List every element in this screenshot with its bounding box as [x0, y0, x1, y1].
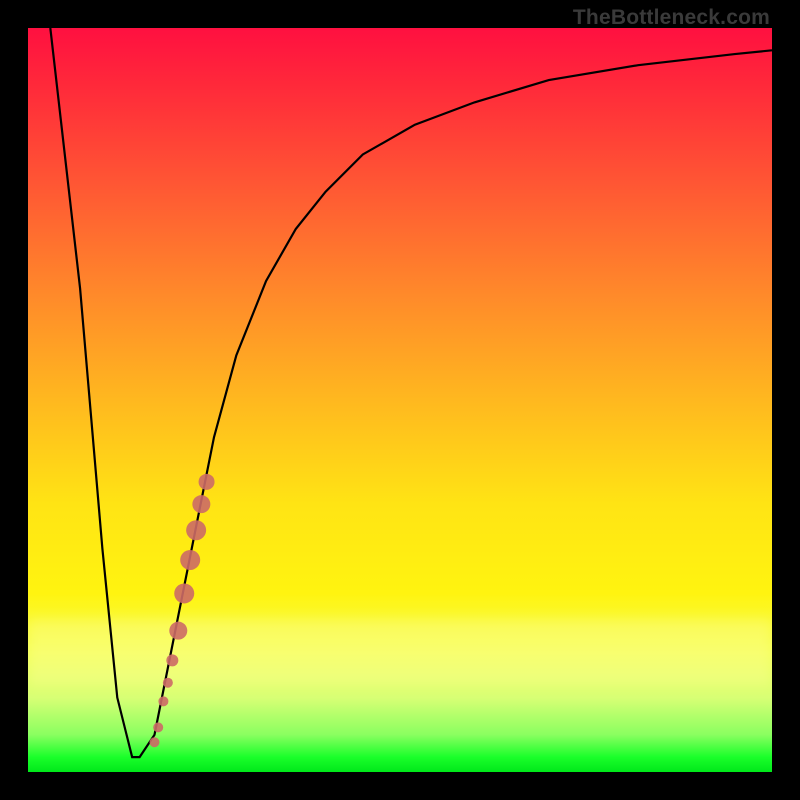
scatter-point [149, 737, 159, 747]
chart-frame: TheBottleneck.com [0, 0, 800, 800]
attribution-watermark: TheBottleneck.com [573, 6, 770, 30]
scatter-point [163, 678, 173, 688]
scatter-point [153, 722, 163, 732]
scatter-point [186, 520, 206, 540]
scatter-point [166, 654, 178, 666]
scatter-point [199, 474, 215, 490]
scatter-point [174, 583, 194, 603]
plot-area [28, 28, 772, 772]
scatter-point [180, 550, 200, 570]
scatter-point [158, 696, 168, 706]
scatter-point [192, 495, 210, 513]
scatter-point [169, 622, 187, 640]
chart-scatter-layer [28, 28, 772, 772]
